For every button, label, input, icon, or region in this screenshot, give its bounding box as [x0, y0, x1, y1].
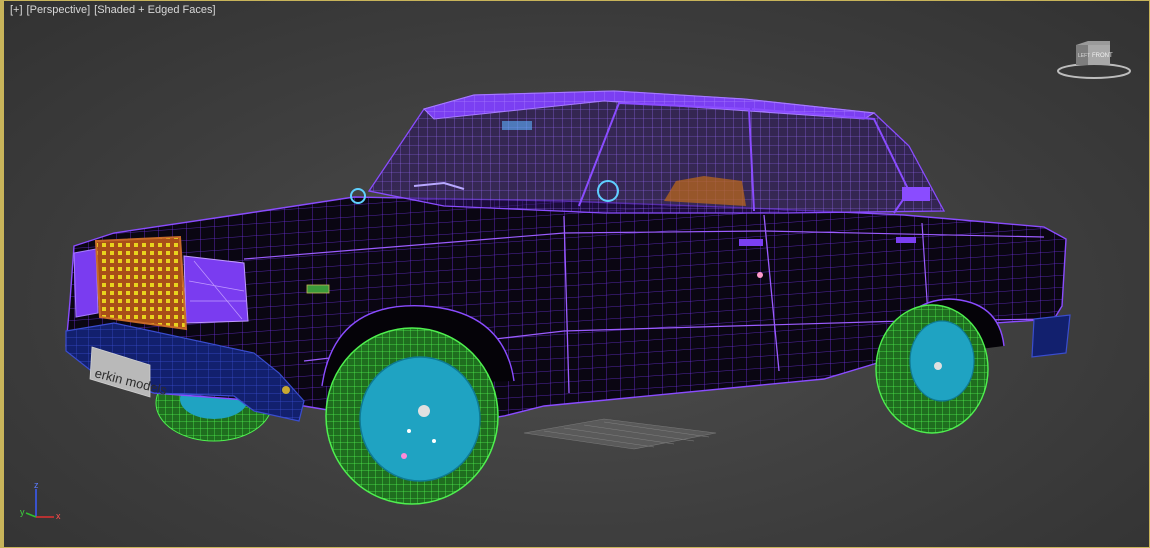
y-axis-label: y — [20, 507, 25, 517]
axis-gizmo: z x y — [20, 480, 61, 521]
front-right-wheel — [325, 327, 499, 505]
viewcube-left-label: LEFT — [1078, 53, 1090, 59]
z-axis-label: z — [34, 480, 39, 490]
ground-grid-shadow — [523, 418, 717, 450]
car-cabin — [350, 90, 946, 214]
viewcube-front-label: FRONT — [1092, 53, 1113, 59]
x-axis-label: x — [56, 511, 61, 521]
perspective-viewport[interactable]: [+][Perspective][Shaded + Edged Faces] — [0, 0, 1150, 548]
car-model[interactable]: erkin models — [4, 1, 1150, 548]
y-axis-line — [25, 512, 37, 518]
viewcube[interactable]: LEFT FRONT — [1054, 37, 1134, 81]
rear-right-wheel — [875, 304, 989, 434]
